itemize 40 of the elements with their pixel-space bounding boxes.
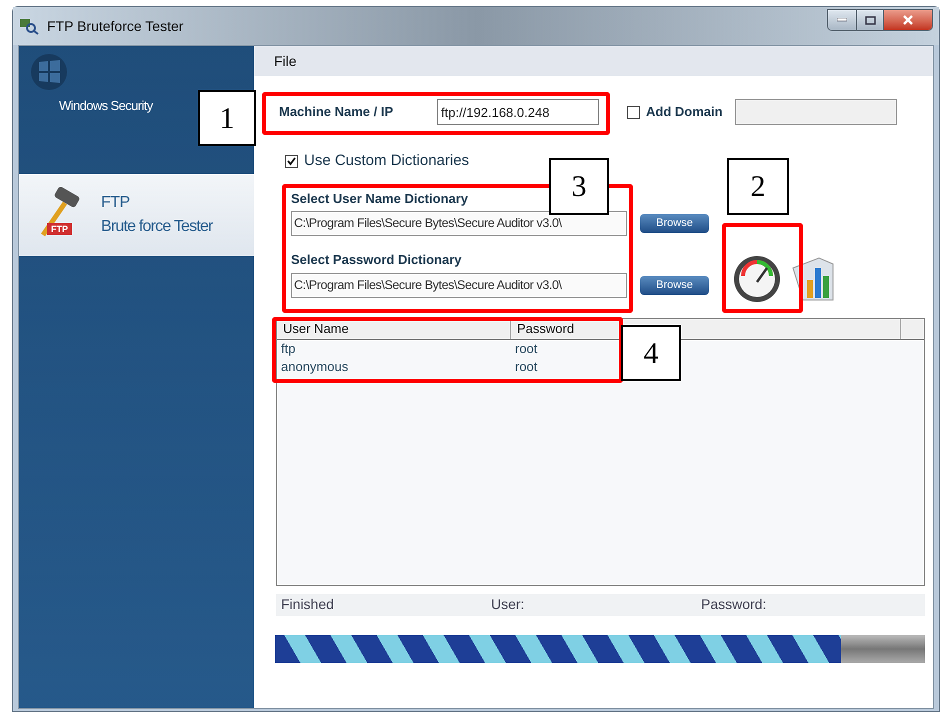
annotation-number: 2 — [727, 158, 789, 215]
browse-button[interactable]: Browse — [640, 276, 709, 294]
gauge-icon — [731, 254, 783, 304]
table-cell-text: root — [514, 340, 538, 358]
browse-button[interactable]: Browse — [640, 214, 709, 233]
close-button[interactable] — [884, 10, 932, 30]
checkmark-icon — [287, 156, 296, 166]
menu-item[interactable]: File — [274, 50, 297, 72]
window-title: FTP Bruteforce Tester — [47, 16, 184, 36]
checkbox-label: Add Domain — [646, 103, 723, 122]
dictionary-path-field[interactable]: C:\Program Files\Secure Bytes\Secure Auditor v3.0\ — [291, 211, 627, 236]
close-icon — [902, 15, 914, 25]
checkbox-label: Use Custom Dictionaries — [304, 151, 470, 171]
minimize-button[interactable] — [828, 10, 857, 30]
status-label: User: — [491, 595, 526, 614]
column-header[interactable]: User Name — [277, 318, 511, 338]
dictionary-path-field[interactable]: C:\Program Files\Secure Bytes\Secure Auditor v3.0\ — [291, 272, 627, 298]
machine-label: Machine Name / IP — [279, 103, 394, 122]
status-label: Password: — [701, 595, 766, 614]
domain-field[interactable] — [734, 99, 897, 125]
maximize-button[interactable] — [857, 10, 884, 30]
table-cell-text: ftp — [280, 340, 296, 358]
dictionary-label: Select Password Dictionary — [291, 251, 462, 269]
app-icon — [19, 17, 39, 35]
checkbox[interactable] — [285, 154, 298, 168]
brand-label: Windows Security — [59, 97, 153, 115]
status-label: Finished — [281, 595, 335, 614]
sidebar-item-title: FTP — [101, 193, 131, 213]
machine-field[interactable]: ftp://192.168.0.248 — [437, 99, 599, 125]
minimize-icon — [837, 18, 847, 22]
sidebar-item-subtitle: Brute force Tester — [101, 217, 213, 237]
dictionary-label: Select User Name Dictionary — [291, 190, 468, 208]
sidebar-item[interactable]: FTP FTP Brute force Tester — [19, 174, 254, 256]
table-cell-text: anonymous — [280, 358, 350, 376]
checkbox[interactable] — [627, 106, 640, 118]
table-cell-text: root — [514, 358, 538, 376]
annotation-number: 3 — [549, 158, 609, 215]
annotation-number: 1 — [198, 90, 256, 146]
maximize-icon — [864, 16, 876, 24]
annotation-number: 4 — [621, 325, 681, 381]
